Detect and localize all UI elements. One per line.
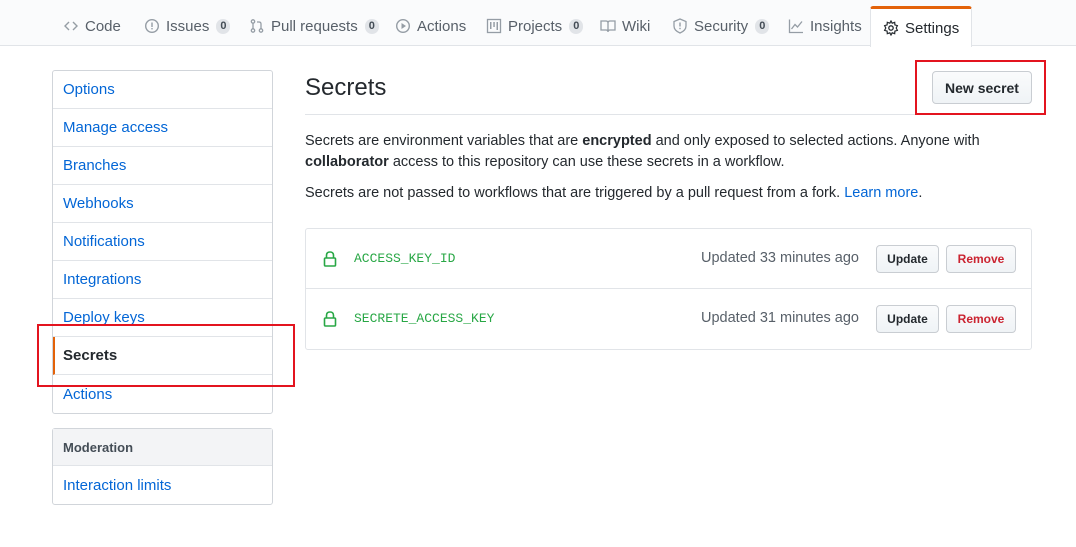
tab-pull-requests[interactable]: Pull requests 0: [249, 6, 379, 46]
issues-counter: 0: [216, 18, 231, 34]
sidebar-item-deploy-keys[interactable]: Deploy keys: [53, 299, 272, 337]
projects-counter: 0: [569, 18, 584, 34]
fork-note-text: Secrets are not passed to workflows that…: [305, 185, 845, 201]
tab-actions[interactable]: Actions: [395, 6, 466, 46]
tab-label: Pull requests: [271, 17, 358, 35]
issue-icon: [144, 18, 160, 34]
desc-bold-encrypted: encrypted: [582, 133, 652, 149]
play-icon: [395, 18, 411, 34]
sidebar-item-options[interactable]: Options: [53, 71, 272, 109]
tab-label: Issues: [166, 17, 210, 35]
tab-settings[interactable]: Settings: [870, 6, 973, 47]
new-secret-button[interactable]: New secret: [932, 71, 1032, 104]
sidebar-item-actions[interactable]: Actions: [53, 375, 272, 413]
desc-bold-collaborator: collaborator: [305, 154, 389, 170]
graph-icon: [788, 18, 804, 34]
tab-projects[interactable]: Projects 0: [486, 6, 584, 46]
settings-sidebar: Options Manage access Branches Webhooks …: [52, 70, 273, 414]
tab-security[interactable]: Security 0: [672, 6, 770, 46]
update-secret-button[interactable]: Update: [876, 245, 939, 273]
tab-code[interactable]: Code: [63, 6, 121, 46]
tab-label: Code: [85, 17, 121, 35]
sidebar-item-integrations[interactable]: Integrations: [53, 261, 272, 299]
secret-name: SECRETE_ACCESS_KEY: [354, 311, 495, 326]
tab-label: Projects: [508, 17, 563, 35]
secret-row: ACCESS_KEY_ID Updated 33 minutes ago Upd…: [306, 229, 1031, 289]
title-divider: [305, 114, 1032, 115]
fork-note-end: .: [918, 185, 923, 201]
sidebar-item-webhooks[interactable]: Webhooks: [53, 185, 272, 223]
desc-text: Secrets are environment variables that a…: [305, 133, 583, 149]
sidebar-item-notifications[interactable]: Notifications: [53, 223, 272, 261]
tab-label: Security: [694, 17, 749, 35]
desc-text: access to this repository can use these …: [388, 154, 785, 170]
tab-label: Actions: [417, 17, 467, 35]
secret-updated: Updated 31 minutes ago: [701, 310, 859, 326]
secret-name: ACCESS_KEY_ID: [354, 251, 456, 266]
secret-row: SECRETE_ACCESS_KEY Updated 31 minutes ag…: [306, 289, 1031, 349]
remove-secret-button[interactable]: Remove: [946, 305, 1016, 333]
desc-text: and only exposed to selected actions. An…: [651, 133, 980, 149]
tab-insights[interactable]: Insights: [788, 6, 862, 46]
code-icon: [63, 18, 79, 34]
secret-updated: Updated 33 minutes ago: [701, 250, 859, 266]
learn-more-link[interactable]: Learn more: [844, 185, 918, 201]
pull-requests-counter: 0: [364, 18, 379, 34]
update-secret-button[interactable]: Update: [876, 305, 939, 333]
project-icon: [486, 18, 502, 34]
gear-icon: [883, 20, 899, 36]
moderation-sidebar: Moderation Interaction limits: [52, 428, 273, 505]
sidebar-item-secrets[interactable]: Secrets: [53, 337, 272, 375]
secrets-list: ACCESS_KEY_ID Updated 33 minutes ago Upd…: [305, 228, 1032, 350]
sidebar-item-branches[interactable]: Branches: [53, 147, 272, 185]
book-icon: [600, 18, 616, 34]
sidebar-item-manage-access[interactable]: Manage access: [53, 109, 272, 147]
repo-nav: Code Issues 0 Pull requests 0 Actions Pr…: [0, 0, 1076, 47]
pull-request-icon: [249, 18, 265, 34]
tab-label: Insights: [810, 17, 862, 35]
lock-icon: [323, 310, 337, 328]
moderation-heading: Moderation: [53, 429, 272, 466]
tab-wiki[interactable]: Wiki: [600, 6, 650, 46]
tab-label: Settings: [905, 19, 960, 37]
security-counter: 0: [755, 18, 770, 34]
page-title: Secrets: [305, 74, 387, 101]
remove-secret-button[interactable]: Remove: [946, 245, 1016, 273]
fork-note: Secrets are not passed to workflows that…: [305, 184, 1025, 202]
sidebar-item-interaction-limits[interactable]: Interaction limits: [53, 466, 272, 504]
shield-icon: [672, 18, 688, 34]
secrets-description: Secrets are environment variables that a…: [305, 131, 1005, 173]
tab-label: Wiki: [622, 17, 651, 35]
tab-issues[interactable]: Issues 0: [144, 6, 231, 46]
lock-icon: [323, 250, 337, 268]
